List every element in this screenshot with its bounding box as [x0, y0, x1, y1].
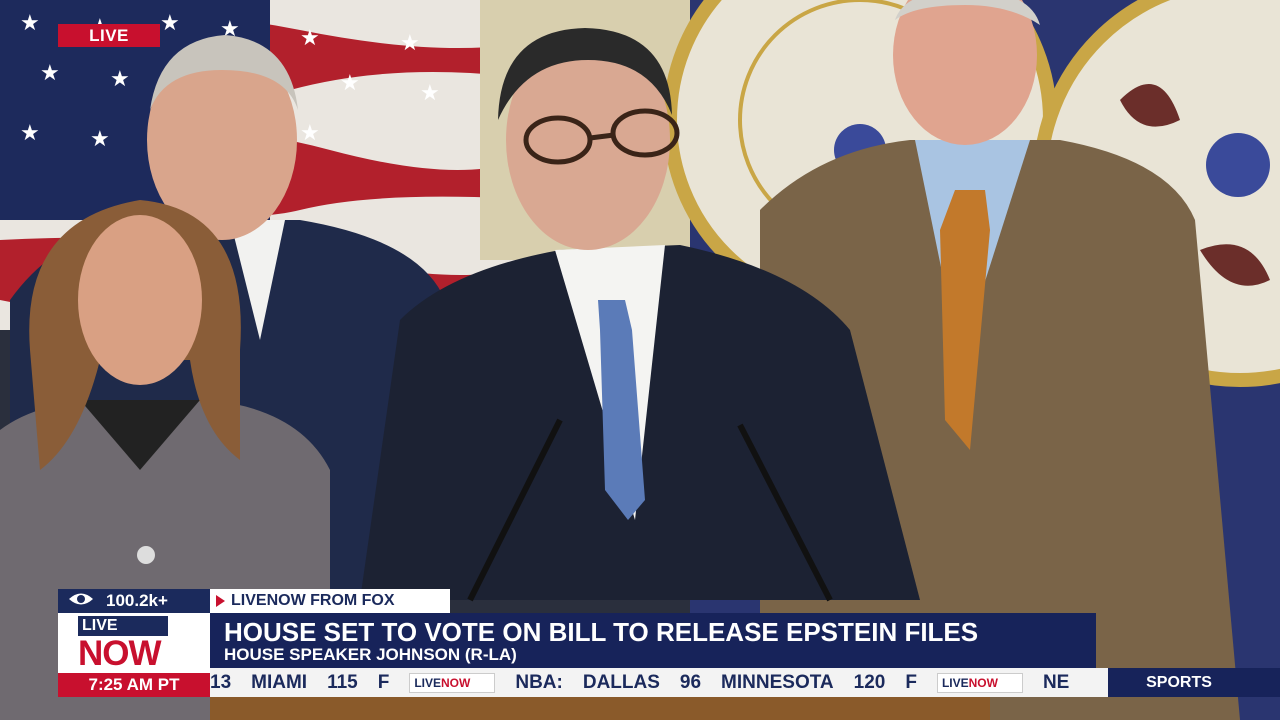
eye-icon	[68, 591, 94, 611]
subheadline: HOUSE SPEAKER JOHNSON (R-LA)	[224, 645, 517, 664]
logo-live-text: LIVE	[78, 616, 168, 636]
source-tab: LIVENOW FROM FOX	[210, 589, 450, 613]
sports-label-bar: SPORTS	[1108, 668, 1280, 697]
ticker-item: 120	[853, 671, 886, 693]
ticker-livenow-logo: LIVENOW	[409, 672, 496, 693]
svg-text:★: ★	[340, 71, 360, 96]
ticker-track: 13 MIAMI 115 F LIVENOW NBA: DALLAS 96 MI…	[210, 668, 1089, 697]
svg-text:★: ★	[300, 26, 320, 51]
svg-text:★: ★	[40, 61, 60, 86]
ticker-item: MIAMI	[251, 671, 308, 693]
ticker-item: NBA:	[515, 671, 563, 693]
ticker-item: 115	[327, 671, 358, 693]
time-display: 7:25 AM PT	[58, 673, 210, 697]
svg-text:★: ★	[300, 121, 320, 146]
svg-text:★: ★	[420, 81, 440, 106]
podium	[210, 697, 990, 720]
svg-text:★: ★	[160, 11, 180, 36]
ticker-item: 13	[210, 671, 232, 693]
svg-text:★: ★	[90, 127, 110, 152]
ticker-item: NE	[1042, 671, 1070, 693]
ticker-item: DALLAS	[582, 671, 660, 693]
play-arrow-icon	[216, 595, 225, 607]
ticker-livenow-logo: LIVENOW	[936, 672, 1023, 693]
sports-label: SPORTS	[1146, 673, 1212, 691]
sports-ticker: 13 MIAMI 115 F LIVENOW NBA: DALLAS 96 MI…	[210, 668, 1108, 697]
ticker-item: 96	[679, 671, 702, 693]
headline: HOUSE SET TO VOTE ON BILL TO RELEASE EPS…	[224, 617, 979, 647]
live-badge: LIVE	[58, 24, 160, 47]
source-label: LIVENOW FROM FOX	[231, 592, 395, 609]
viewer-count: 100.2k+	[106, 591, 168, 610]
svg-text:★: ★	[20, 121, 40, 146]
svg-text:★: ★	[110, 67, 130, 92]
livenow-logo: LIVE NOW	[58, 613, 210, 673]
ticker-item: F	[377, 671, 390, 693]
headline-box: HOUSE SET TO VOTE ON BILL TO RELEASE EPS…	[210, 613, 1096, 668]
ticker-item: MINNESOTA	[721, 671, 834, 693]
ticker-item: F	[905, 671, 917, 693]
svg-text:★: ★	[20, 11, 40, 36]
viewer-count-bar: 100.2k+	[58, 589, 210, 613]
svg-text:★: ★	[400, 31, 420, 56]
logo-now-text: NOW	[78, 634, 162, 673]
